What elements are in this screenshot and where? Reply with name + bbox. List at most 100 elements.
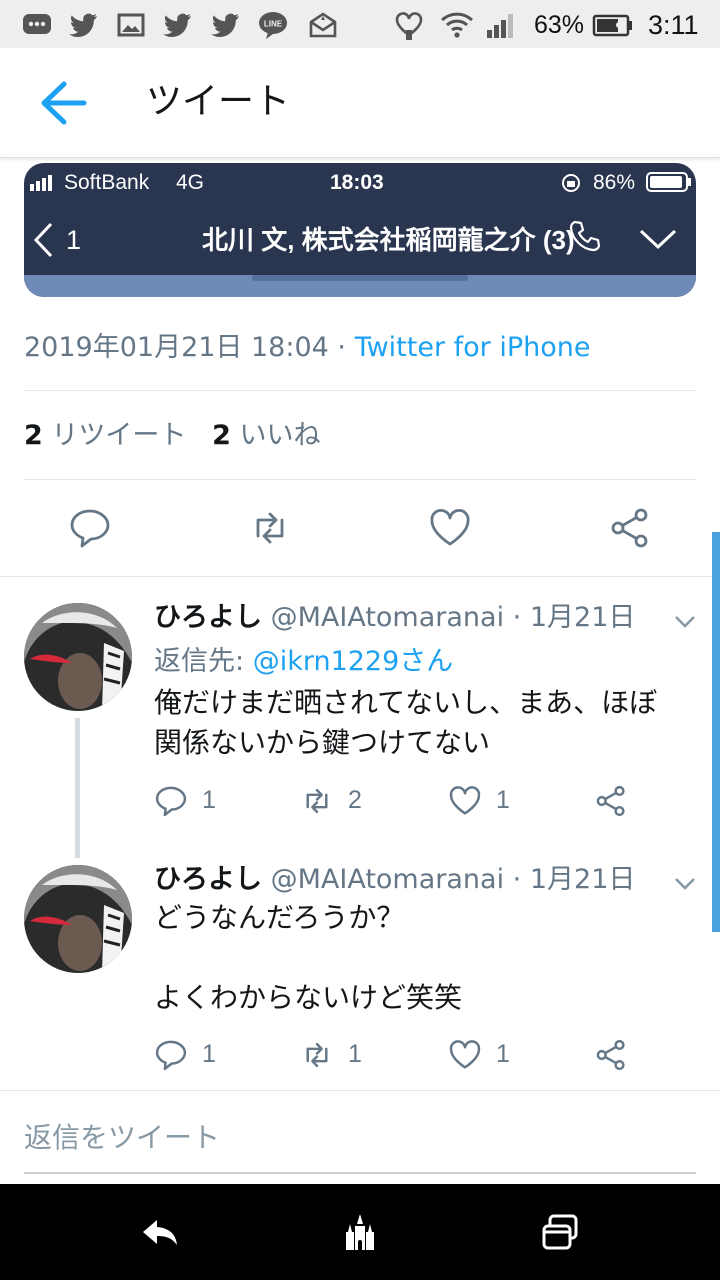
retweet-action[interactable]: 1 bbox=[300, 1034, 400, 1074]
retweet-action[interactable]: 2 bbox=[300, 780, 400, 820]
mail-icon bbox=[309, 12, 337, 38]
compose-underline bbox=[24, 1172, 696, 1174]
divider bbox=[0, 576, 720, 577]
castle-icon[interactable] bbox=[340, 1212, 380, 1252]
embedded-time: 18:03 bbox=[330, 171, 384, 194]
reply-action[interactable]: 1 bbox=[154, 1034, 254, 1074]
top-app-bar: ツイート bbox=[0, 48, 720, 158]
embedded-status-bar: SoftBank 4G 18:03 86% bbox=[24, 163, 696, 203]
scrollbar[interactable] bbox=[712, 532, 720, 932]
share-icon[interactable] bbox=[608, 506, 652, 550]
chevron-down-icon bbox=[639, 229, 677, 250]
avatar[interactable] bbox=[24, 603, 132, 711]
reply-to: 返信先: @ikrn1229さん bbox=[154, 642, 453, 682]
retweet-icon bbox=[306, 788, 328, 814]
reply-author: ひろよし @MAIAtomaranai · 1月21日 bbox=[154, 598, 635, 638]
battery-icon bbox=[592, 14, 632, 37]
meta-separator: · bbox=[328, 332, 355, 363]
heart-badge-icon bbox=[395, 12, 423, 40]
reply-text: どうなんだろうか？ よくわからないけど笑笑 bbox=[154, 901, 463, 1014]
retweets-count[interactable]: 2 bbox=[24, 420, 43, 451]
battery-percent: 63% bbox=[534, 11, 585, 39]
status-bar: LINE 63% 3:11 bbox=[0, 0, 720, 48]
twitter-icon bbox=[211, 13, 239, 37]
likes-label[interactable]: いいね bbox=[240, 420, 321, 451]
reply-icon[interactable] bbox=[68, 506, 112, 550]
embedded-chat-title: 北川 文, 株式会社稲岡龍之介 (3) bbox=[202, 225, 575, 255]
like-icon bbox=[449, 786, 481, 815]
reply-author-handle[interactable]: @MAIAtomaranai bbox=[271, 602, 504, 633]
image-icon bbox=[117, 13, 145, 37]
tweet-source-link[interactable]: Twitter for iPhone bbox=[355, 332, 591, 363]
wifi-icon bbox=[440, 12, 474, 38]
arrow-left-icon[interactable] bbox=[34, 78, 90, 128]
reply-text: 俺だけまだ晒されてないし、まあ、ほぼ 関係ないから鍵つけてない bbox=[154, 686, 658, 759]
like-count: 1 bbox=[496, 786, 510, 814]
svg-text:LINE: LINE bbox=[264, 20, 283, 29]
signal-icon bbox=[30, 175, 52, 191]
tweet-meta: 2019年01月21日 18:04 · Twitter for iPhone bbox=[24, 326, 591, 370]
like-action[interactable]: 1 bbox=[448, 780, 548, 820]
reply-author: ひろよし @MAIAtomaranai · 1月21日 bbox=[154, 860, 635, 900]
reply-author-name[interactable]: ひろよし bbox=[154, 864, 262, 895]
avatar-image bbox=[24, 865, 132, 973]
tweet-image[interactable]: SoftBank 4G 18:03 86% 1 北川 文, 株式会社稲岡龍之介 … bbox=[24, 163, 696, 297]
chevron-down-icon[interactable] bbox=[672, 608, 698, 634]
likes-count[interactable]: 2 bbox=[212, 420, 231, 451]
reply-date: · 1月21日 bbox=[512, 864, 636, 895]
reply-count: 1 bbox=[202, 786, 216, 814]
rotation-lock-icon bbox=[562, 174, 580, 192]
avatar-image bbox=[24, 603, 132, 711]
divider bbox=[24, 479, 696, 480]
reply-date: · 1月21日 bbox=[512, 602, 636, 633]
recent-apps-icon[interactable] bbox=[540, 1212, 580, 1252]
embedded-chat-body bbox=[24, 275, 696, 297]
reply-to-label: 返信先: bbox=[154, 646, 253, 677]
chevron-down-icon[interactable] bbox=[672, 870, 698, 896]
avatar[interactable] bbox=[24, 865, 132, 973]
reply-action[interactable]: 1 bbox=[154, 780, 254, 820]
reply-icon bbox=[155, 786, 187, 817]
retweet-icon[interactable] bbox=[248, 506, 292, 550]
like-icon[interactable] bbox=[428, 506, 472, 550]
retweet-count: 2 bbox=[348, 786, 362, 814]
back-nav-icon[interactable] bbox=[140, 1212, 180, 1252]
like-icon bbox=[449, 1040, 481, 1069]
line-icon: LINE bbox=[259, 12, 287, 39]
divider bbox=[0, 1090, 720, 1091]
phone-icon bbox=[569, 220, 601, 252]
share-icon bbox=[596, 1039, 625, 1071]
embedded-network: 4G bbox=[176, 171, 205, 194]
reply-compose-input[interactable]: 返信をツイート bbox=[24, 1114, 220, 1162]
reply-icon bbox=[155, 1040, 187, 1071]
reply-author-handle[interactable]: @MAIAtomaranai bbox=[271, 864, 504, 895]
twitter-icon bbox=[69, 13, 97, 37]
tweet-timestamp: 2019年01月21日 18:04 bbox=[24, 332, 329, 363]
chevron-left-icon bbox=[33, 222, 53, 258]
signal-icon bbox=[487, 14, 513, 38]
share-icon bbox=[596, 785, 625, 817]
reply-count: 1 bbox=[202, 1040, 216, 1068]
like-count: 1 bbox=[496, 1040, 510, 1068]
embedded-chat-header: 1 北川 文, 株式会社稲岡龍之介 (3) bbox=[24, 203, 696, 277]
share-action[interactable] bbox=[594, 780, 634, 820]
thread-connector bbox=[75, 718, 80, 858]
twitter-icon bbox=[163, 13, 191, 37]
retweet-icon bbox=[306, 1042, 328, 1068]
reply-author-name[interactable]: ひろよし bbox=[154, 602, 262, 633]
embedded-back-count: 1 bbox=[66, 225, 82, 255]
tweet-stats: 2 リツイート 2 いいね bbox=[24, 414, 321, 458]
status-time: 3:11 bbox=[648, 10, 699, 40]
embedded-carrier: SoftBank bbox=[64, 171, 150, 194]
chat-icon bbox=[23, 14, 51, 34]
divider bbox=[24, 390, 696, 391]
retweet-count: 1 bbox=[348, 1040, 362, 1068]
reply-to-handle[interactable]: @ikrn1229さん bbox=[253, 646, 454, 677]
retweets-label[interactable]: リツイート bbox=[51, 420, 186, 451]
system-nav-bar bbox=[0, 1184, 720, 1280]
page-title: ツイート bbox=[146, 81, 291, 122]
battery-icon bbox=[646, 172, 691, 192]
embedded-battery: 86% bbox=[593, 171, 636, 194]
like-action[interactable]: 1 bbox=[448, 1034, 548, 1074]
share-action[interactable] bbox=[594, 1034, 634, 1074]
